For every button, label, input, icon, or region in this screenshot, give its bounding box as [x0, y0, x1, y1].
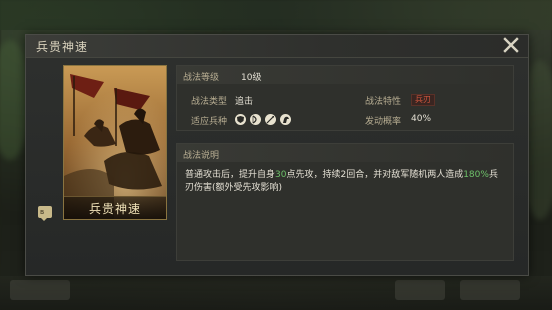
description-part2: 点先攻，持续2回合，并对敌军随机两人造成	[286, 170, 464, 180]
description-part1: 普通攻击后，提升自身	[185, 170, 276, 180]
tactic-detail-modal: 兵贵神速 ʙ 兵贵神速 战法等级 10级 战法类型 追击 战法特性 兵刃 适应兵…	[25, 34, 529, 276]
troop-icons	[235, 114, 291, 126]
rate-label: 发动概率	[365, 117, 402, 127]
trait-badge: 兵刃	[411, 94, 435, 106]
troops-label: 适应兵种	[191, 117, 228, 127]
rate-value: 40%	[411, 114, 432, 124]
background-button	[460, 280, 520, 300]
shield-troop-icon	[235, 114, 246, 125]
description-num2: 180%	[463, 170, 489, 180]
level-row	[177, 66, 513, 84]
type-label: 战法类型	[191, 97, 228, 107]
trait-label: 战法特性	[365, 97, 402, 107]
tactic-info-panel: 战法等级 10级 战法类型 追击 战法特性 兵刃 适应兵种 发动概率 40%	[176, 65, 514, 131]
close-icon	[503, 37, 519, 53]
description-text: 普通攻击后，提升自身30点先攻，持续2回合，并对敌军随机两人造成180%兵刃伤害…	[185, 169, 503, 195]
modal-header: 兵贵神速	[26, 35, 528, 58]
background-top-bar	[0, 0, 552, 30]
horse-troop-icon	[280, 114, 291, 125]
tactic-card: 兵贵神速	[63, 65, 167, 220]
close-button[interactable]	[502, 36, 520, 54]
chat-icon[interactable]: ʙ	[38, 206, 52, 221]
background-button	[10, 280, 70, 300]
description-heading: 战法说明	[183, 151, 220, 161]
card-name-bar: 兵贵神速	[64, 196, 166, 219]
modal-title: 兵贵神速	[36, 40, 89, 54]
level-value: 10级	[241, 73, 262, 83]
card-name: 兵贵神速	[88, 202, 141, 216]
spear-troop-icon	[265, 114, 276, 125]
background-button	[395, 280, 445, 300]
type-value: 追击	[235, 97, 254, 107]
level-label: 战法等级	[183, 73, 220, 83]
description-num1: 30	[275, 170, 287, 180]
bow-troop-icon	[250, 114, 261, 125]
description-head	[177, 144, 513, 162]
tactic-description-panel: 战法说明 普通攻击后，提升自身30点先攻，持续2回合，并对敌军随机两人造成180…	[176, 143, 514, 261]
